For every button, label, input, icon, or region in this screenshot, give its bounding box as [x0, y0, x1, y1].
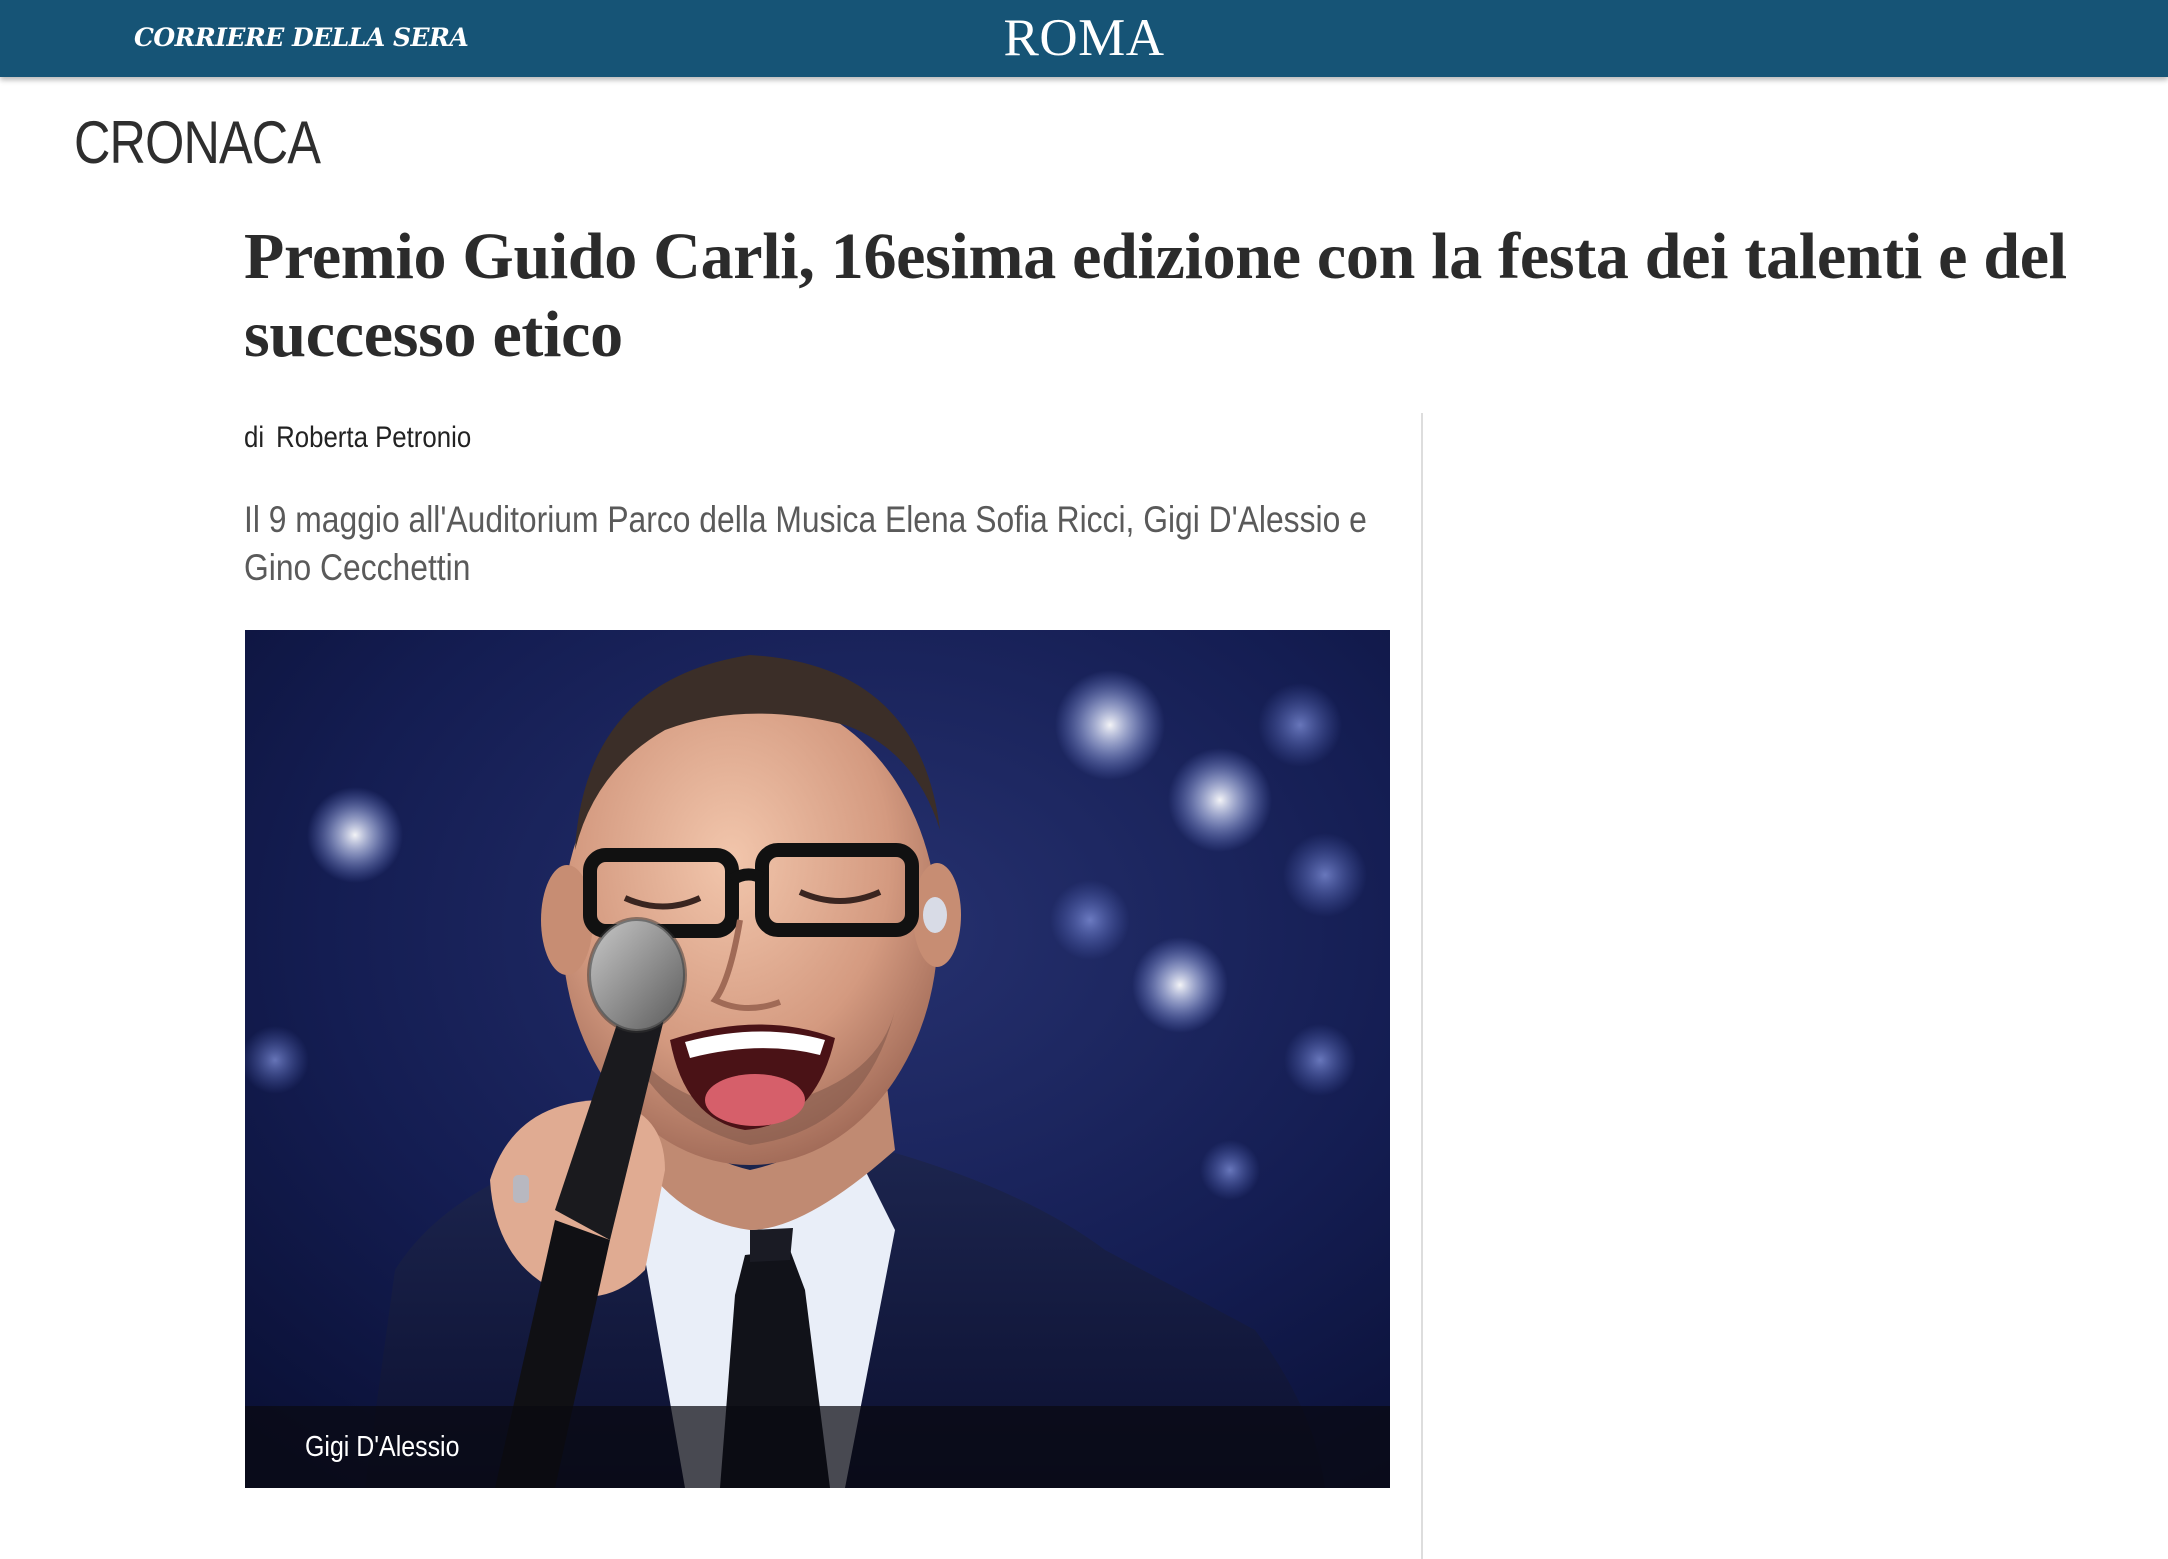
byline-prefix: di — [244, 421, 265, 454]
author-link[interactable]: Roberta Petronio — [276, 421, 471, 454]
hero-image[interactable]: Gigi D'Alessio — [245, 630, 1390, 1488]
byline: di Roberta Petronio — [244, 420, 471, 456]
site-header: CORRIERE DELLA SERA ROMA — [0, 0, 2168, 77]
image-caption: Gigi D'Alessio — [305, 1431, 460, 1463]
section-label[interactable]: CRONACA — [74, 108, 321, 178]
singer-photo — [245, 630, 1390, 1488]
article-headline: Premio Guido Carli, 16esima edizione con… — [244, 220, 2067, 371]
edition-title[interactable]: ROMA — [884, 8, 1284, 68]
image-caption-bar: Gigi D'Alessio — [245, 1406, 1390, 1488]
article-summary: Il 9 maggio all'Auditorium Parco della M… — [244, 499, 1367, 588]
column-divider — [1421, 413, 1423, 1559]
corriere-della-sera-logo[interactable]: CORRIERE DELLA SERA — [134, 20, 469, 56]
